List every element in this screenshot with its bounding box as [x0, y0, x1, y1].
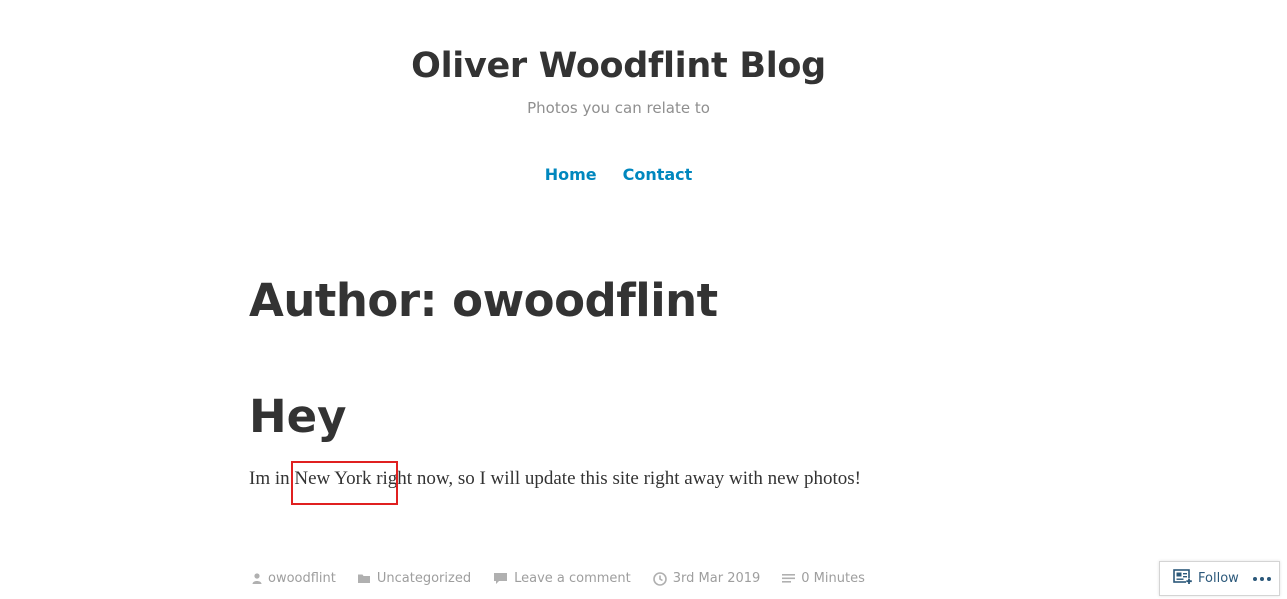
- post-body: Im in New York right now, so I will upda…: [249, 468, 861, 489]
- meta-reading-time-label: 0 Minutes: [801, 571, 865, 586]
- main-navigation: Home Contact: [0, 165, 1237, 184]
- meta-comments-label[interactable]: Leave a comment: [514, 571, 631, 586]
- nav-item-home[interactable]: Home: [545, 165, 597, 184]
- reading-time-icon: [782, 573, 796, 584]
- ellipsis-dot: [1266, 576, 1271, 581]
- meta-reading-time: 0 Minutes: [782, 571, 865, 586]
- meta-category-label[interactable]: Uncategorized: [377, 571, 471, 586]
- meta-comments[interactable]: Leave a comment: [493, 571, 631, 586]
- meta-date-label[interactable]: 3rd Mar 2019: [673, 571, 761, 586]
- meta-date[interactable]: 3rd Mar 2019: [652, 571, 761, 586]
- follow-icon: [1173, 568, 1193, 589]
- site-description: Photos you can relate to: [527, 99, 710, 117]
- folder-icon: [357, 573, 371, 584]
- meta-author-label[interactable]: owoodflint: [268, 571, 336, 586]
- ellipsis-dot: [1252, 576, 1257, 581]
- meta-category[interactable]: Uncategorized: [357, 571, 471, 586]
- site-title[interactable]: Oliver Woodflint Blog: [0, 46, 1237, 86]
- archive-title: Author: owoodflint: [249, 274, 718, 327]
- user-icon: [252, 573, 262, 584]
- follow-widget: Follow: [1159, 561, 1280, 596]
- meta-author[interactable]: owoodflint: [252, 571, 336, 586]
- post-title[interactable]: Hey: [249, 390, 347, 443]
- post-meta: owoodflint Uncategorized Leave a comment…: [252, 571, 865, 586]
- follow-label[interactable]: Follow: [1198, 571, 1239, 586]
- ellipsis-dot: [1259, 576, 1264, 581]
- follow-button[interactable]: Follow: [1160, 568, 1239, 589]
- clock-icon: [652, 571, 667, 586]
- nav-item-contact[interactable]: Contact: [623, 165, 693, 184]
- more-options-button[interactable]: [1252, 576, 1271, 581]
- comment-icon: [493, 572, 508, 585]
